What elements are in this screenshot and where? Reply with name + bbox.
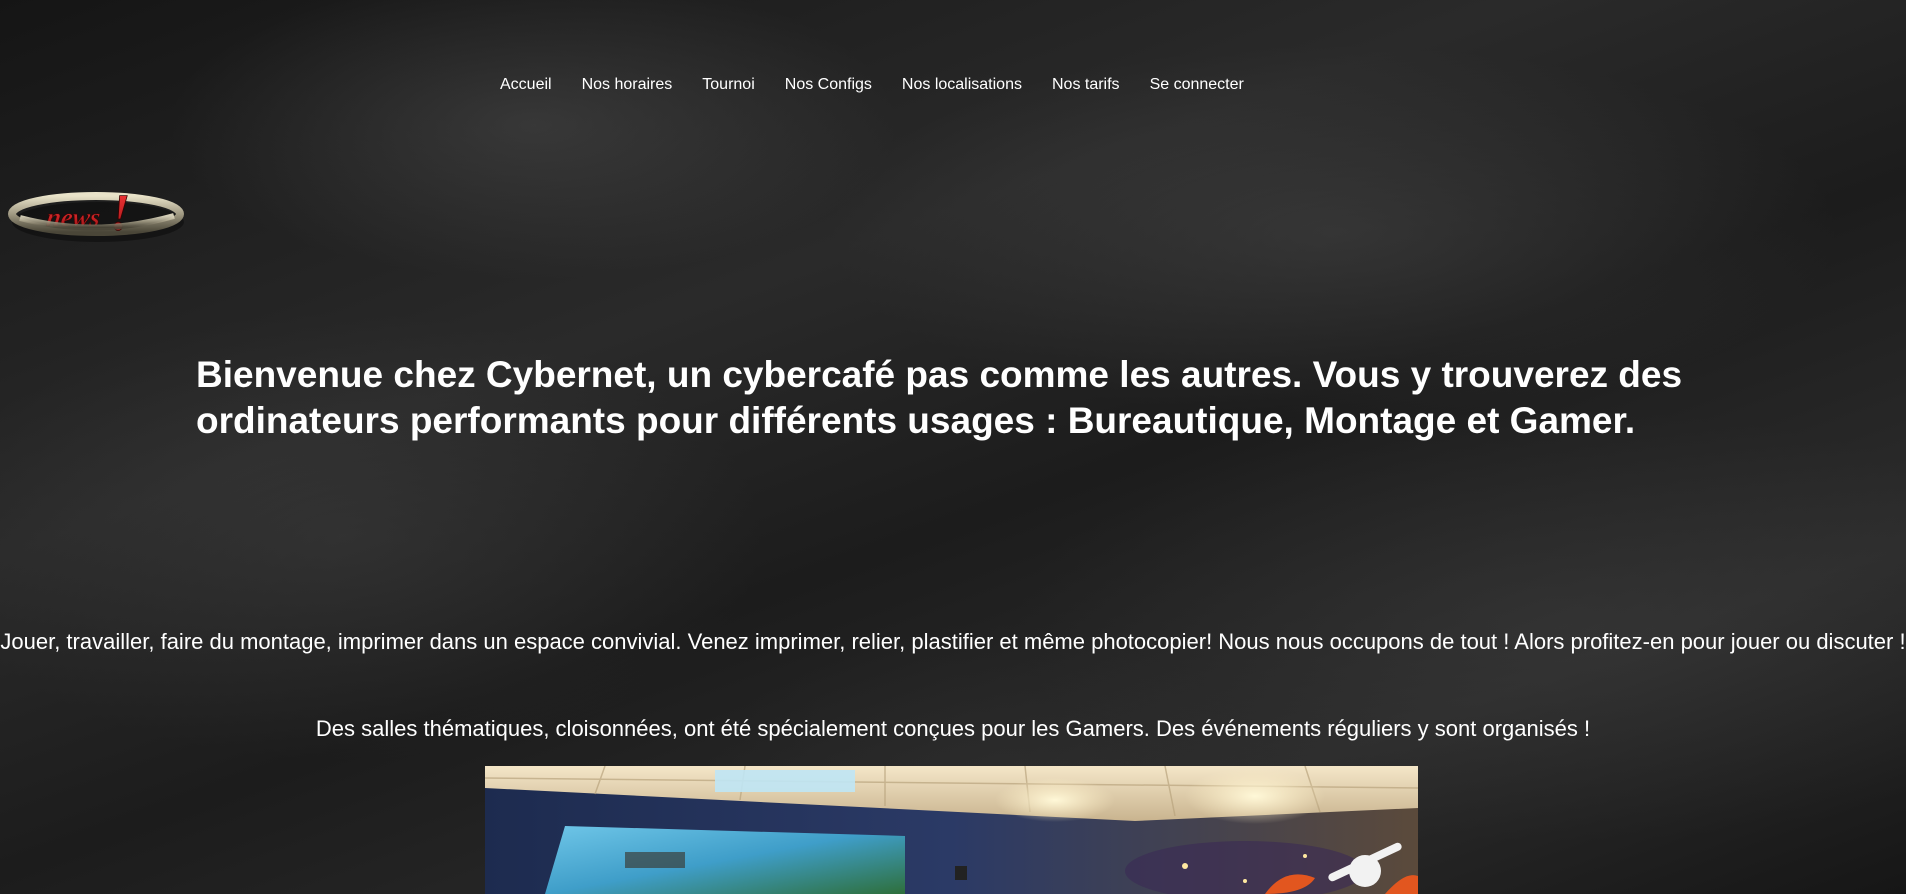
main-navigation: Accueil Nos horaires Tournoi Nos Configs… [0,0,1906,130]
nav-horaires-link[interactable]: Nos horaires [582,76,673,94]
gamer-rooms-paragraph: Des salles thématiques, cloisonnées, ont… [315,716,1591,741]
nav-accueil-link[interactable]: Accueil [500,76,552,94]
nav-localisations-link[interactable]: Nos localisations [902,76,1022,94]
intro-paragraph: Jouer, travailler, faire du montage, imp… [0,629,1906,654]
nav-configs-link[interactable]: Nos Configs [785,76,872,94]
gaming-room-photo [485,766,1418,894]
welcome-headline: Bienvenue chez Cybernet, un cybercafé pa… [196,354,1683,441]
nav-tarifs-link[interactable]: Nos tarifs [1052,76,1120,94]
svg-text:!: ! [110,185,130,242]
nav-tournoi-link[interactable]: Tournoi [702,76,754,94]
nav-menu: Accueil Nos horaires Tournoi Nos Configs… [500,76,1244,94]
nav-connecter-link[interactable]: Se connecter [1150,76,1244,94]
gaming-room-image [485,766,1418,894]
news-logo[interactable]: news ! [6,180,186,248]
news-logo-graphic: news ! [8,185,184,242]
